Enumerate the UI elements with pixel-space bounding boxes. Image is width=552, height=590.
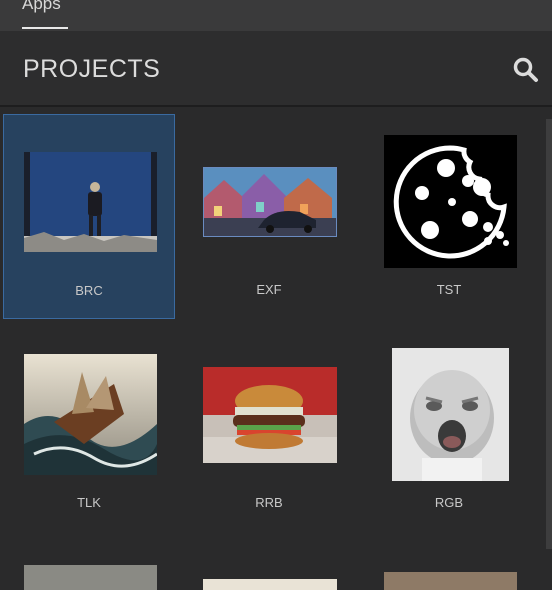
project-tile-partial[interactable] [183, 547, 355, 590]
scrollbar[interactable] [546, 107, 552, 590]
project-thumbnail [203, 579, 337, 590]
project-thumbnail [24, 354, 157, 475]
tab-apps[interactable]: Apps [22, 0, 61, 14]
project-label: TST [436, 282, 462, 297]
scrollbar-thumb[interactable] [546, 119, 552, 549]
project-label: TLK [77, 495, 101, 510]
project-thumbnail [203, 367, 337, 463]
search-button[interactable] [512, 56, 540, 84]
project-thumbnail [24, 565, 157, 590]
project-label: BRC [75, 283, 103, 298]
projects-header: PROJECTS [0, 31, 552, 107]
tab-apps-indicator [22, 27, 68, 29]
project-tile-rgb[interactable]: RGB [363, 327, 535, 532]
project-tile-rrb[interactable]: RRB [183, 327, 355, 532]
projects-grid: BRC EXF TST TLK RRB RGB [0, 107, 546, 590]
project-thumbnail [384, 572, 517, 590]
project-thumbnail [203, 167, 337, 237]
search-icon [513, 57, 538, 82]
project-label: RRB [255, 495, 283, 510]
project-thumbnail [384, 135, 517, 268]
project-tile-partial[interactable] [3, 547, 175, 590]
project-tile-brc[interactable]: BRC [3, 114, 175, 319]
project-tile-partial[interactable] [363, 547, 535, 590]
project-label: EXF [256, 282, 282, 297]
project-label: RGB [434, 495, 464, 510]
project-tile-exf[interactable]: EXF [183, 114, 355, 319]
project-tile-tst[interactable]: TST [363, 114, 535, 319]
project-thumbnail [24, 152, 157, 252]
project-tile-tlk[interactable]: TLK [3, 327, 175, 532]
project-thumbnail [392, 348, 509, 481]
page-title: PROJECTS [23, 55, 161, 83]
top-tab-bar: Apps [0, 0, 552, 31]
